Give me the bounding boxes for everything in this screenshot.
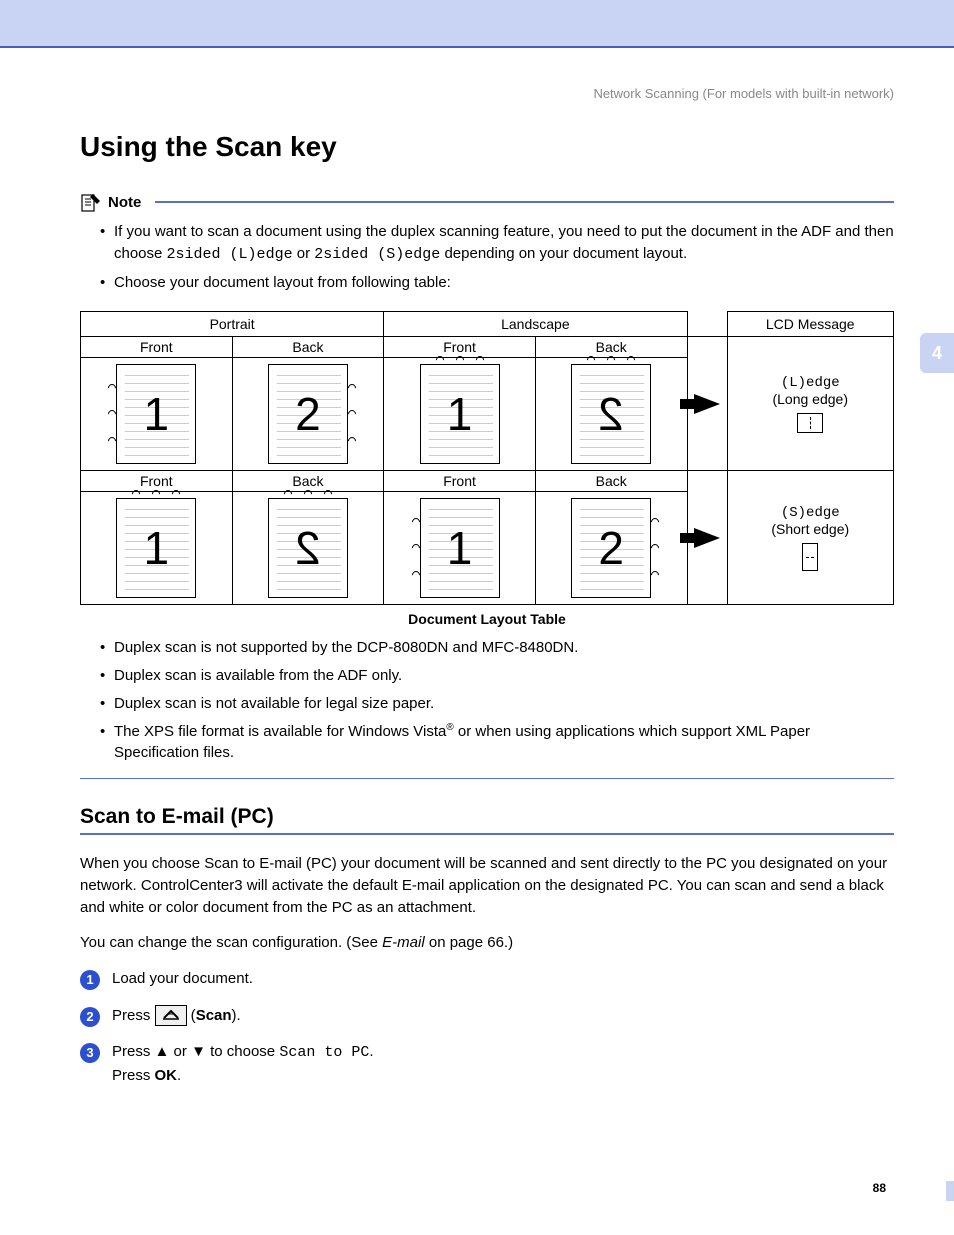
scan-key-icon xyxy=(155,1005,187,1026)
note-bullet: Duplex scan is available from the ADF on… xyxy=(100,665,894,687)
body-paragraph: When you choose Scan to E-mail (PC) your… xyxy=(80,853,894,918)
note-bullet: Duplex scan is not supported by the DCP-… xyxy=(100,637,894,659)
note-bullet: The XPS file format is available for Win… xyxy=(100,721,894,765)
up-arrow-icon: ▲ xyxy=(155,1043,170,1060)
note-rule xyxy=(155,201,894,203)
down-arrow-icon: ▼ xyxy=(191,1043,206,1060)
long-edge-icon xyxy=(797,413,823,433)
running-header: Network Scanning (For models with built-… xyxy=(0,56,954,111)
page-diagram: 1 xyxy=(81,492,233,605)
note-bullet-2: Choose your document layout from followi… xyxy=(100,272,894,294)
page-diagram: 1 xyxy=(384,358,536,471)
arrow-icon xyxy=(687,337,727,471)
msg-long-edge: (L)edge (Long edge) xyxy=(727,337,894,471)
step-number-icon: 1 xyxy=(80,970,100,990)
col-portrait: Portrait xyxy=(81,312,384,337)
page-number: 88 xyxy=(0,1181,954,1201)
step-1: 1 Load your document. xyxy=(80,968,894,991)
cell-front: Front xyxy=(81,337,233,358)
heading-rule xyxy=(80,833,894,835)
top-accent-bar xyxy=(0,0,954,48)
cell-back: Back xyxy=(535,471,687,492)
chapter-tab: 4 xyxy=(920,333,954,373)
body-paragraph: You can change the scan configuration. (… xyxy=(80,932,894,954)
document-layout-table: Portrait Landscape LCD Message Front Bac… xyxy=(80,311,894,605)
cell-front: Front xyxy=(384,471,536,492)
table-caption: Document Layout Table xyxy=(80,611,894,627)
page-diagram: 1 xyxy=(81,358,233,471)
page-diagram: 1 xyxy=(384,492,536,605)
page-diagram: 2 xyxy=(535,492,687,605)
msg-short-edge: (S)edge (Short edge) xyxy=(727,471,894,605)
page-diagram: 2 xyxy=(535,358,687,471)
page-title: Using the Scan key xyxy=(80,131,894,163)
page-diagram: 2 xyxy=(232,358,384,471)
step-number-icon: 2 xyxy=(80,1007,100,1027)
section-divider xyxy=(80,778,894,779)
col-landscape: Landscape xyxy=(384,312,687,337)
note-label: Note xyxy=(108,194,141,211)
step-number-icon: 3 xyxy=(80,1043,100,1063)
step-2: 2 Press (Scan). xyxy=(80,1005,894,1028)
arrow-icon xyxy=(687,471,727,605)
short-edge-icon xyxy=(802,543,818,571)
col-lcd-message: LCD Message xyxy=(727,312,894,337)
cell-back: Back xyxy=(232,337,384,358)
note-icon xyxy=(80,191,102,213)
section-heading: Scan to E-mail (PC) xyxy=(80,805,894,829)
note-bullet-1: If you want to scan a document using the… xyxy=(100,221,894,266)
step-3: 3 Press ▲ or ▼ to choose Scan to PC. Pre… xyxy=(80,1041,894,1087)
note-bullet: Duplex scan is not available for legal s… xyxy=(100,693,894,715)
page-diagram: 2 xyxy=(232,492,384,605)
